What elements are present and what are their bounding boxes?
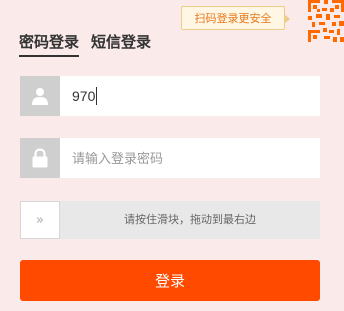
text-caret [96,87,98,105]
lock-icon [20,138,60,178]
login-button[interactable]: 登录 [20,260,320,301]
username-field[interactable]: 970 [20,76,320,116]
password-field[interactable] [20,138,320,178]
login-tabs: 密码登录 短信登录 [19,32,151,58]
slider-handle[interactable]: » [20,201,60,239]
tab-sms-login[interactable]: 短信登录 [91,32,151,52]
user-icon [20,76,60,116]
username-input[interactable]: 970 [60,87,98,105]
slider-captcha: » 请按住滑块，拖动到最右边 [20,201,320,239]
double-chevron-right-icon: » [36,212,44,228]
tab-password-login[interactable]: 密码登录 [19,32,80,57]
username-value: 970 [72,88,96,104]
qr-code-icon[interactable] [302,0,344,42]
password-input[interactable] [60,138,320,178]
qr-login-tip: 扫码登录更安全 [181,6,290,30]
slider-instruction: 请按住滑块，拖动到最右边 [124,213,256,226]
qr-login-tip-text: 扫码登录更安全 [194,12,272,25]
